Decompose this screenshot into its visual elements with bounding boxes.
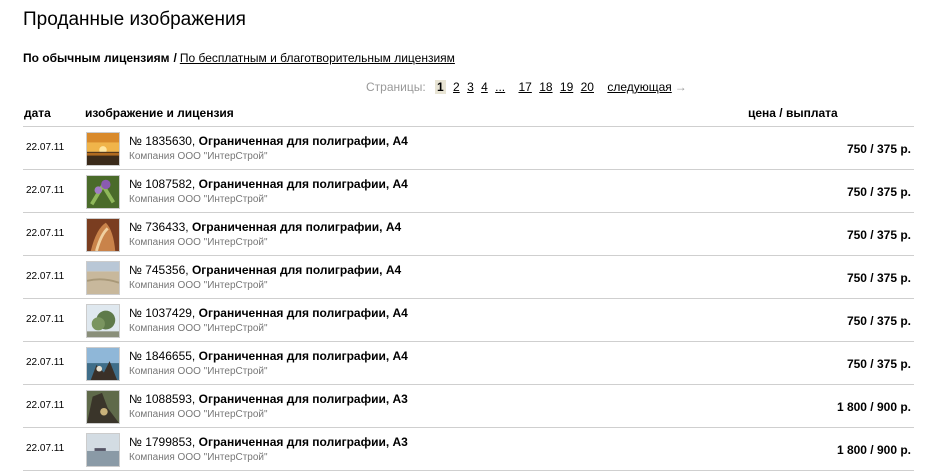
header-price-payout: цена / выплата [748,106,838,120]
license-name: Ограниченная для полиграфии, А3 [198,392,408,406]
image-number[interactable]: № 736433, [129,220,189,234]
image-thumbnail[interactable] [86,390,120,424]
page-link[interactable]: 19 [560,80,573,94]
buyer-company: Компания ООО "ИнтерСтрой" [129,452,268,463]
image-number[interactable]: № 1088593, [129,392,195,406]
sale-date: 22.07.11 [26,314,65,325]
header-date: дата [24,106,51,120]
page-current: 1 [435,80,446,94]
image-number[interactable]: № 1835630, [129,134,195,148]
table-row: 22.07.11 № 736433, Ограниченная для поли… [23,213,914,256]
image-thumbnail[interactable] [86,304,120,338]
page-ellipsis: ... [495,80,506,94]
image-title: № 1088593, Ограниченная для полиграфии, … [129,392,408,406]
license-name: Ограниченная для полиграфии, А4 [198,349,408,363]
license-name: Ограниченная для полиграфии, А4 [198,177,408,191]
sale-date: 22.07.11 [26,185,65,196]
page-link[interactable]: 20 [581,80,594,94]
sale-date: 22.07.11 [26,142,65,153]
table-row: 22.07.11 № 1835630, Ограниченная для пол… [23,127,914,170]
table-row: 22.07.11 № 1087582, Ограниченная для пол… [23,170,914,213]
price-payout: 750 / 375 р. [846,185,911,199]
page-link[interactable]: 18 [539,80,552,94]
image-thumbnail[interactable] [86,347,120,381]
pagination: Страницы: 1 2 3 4 ... 17 18 19 20 следую… [366,80,687,94]
image-title: № 1037429, Ограниченная для полиграфии, … [129,306,408,320]
price-payout: 750 / 375 р. [846,142,911,156]
tab-separator: / [173,51,177,65]
sale-date: 22.07.11 [26,443,65,454]
buyer-company: Компания ООО "ИнтерСтрой" [129,237,268,248]
table-row: 22.07.11 № 1846655, Ограниченная для пол… [23,342,914,385]
sales-table: дата изображение и лицензия цена / выпла… [23,104,914,471]
license-tabs: По обычным лицензиям / По бесплатным и бла… [23,51,455,65]
image-number[interactable]: № 1087582, [129,177,195,191]
image-title: № 736433, Ограниченная для полиграфии, А… [129,220,401,234]
buyer-company: Компания ООО "ИнтерСтрой" [129,280,268,291]
image-title: № 1846655, Ограниченная для полиграфии, … [129,349,408,363]
page-title: Проданные изображения [23,9,246,30]
sale-date: 22.07.11 [26,271,65,282]
page-link[interactable]: 3 [467,80,474,94]
sale-date: 22.07.11 [26,400,65,411]
license-name: Ограниченная для полиграфии, А4 [198,134,408,148]
sale-date: 22.07.11 [26,357,65,368]
image-thumbnail[interactable] [86,261,120,295]
image-title: № 1799853, Ограниченная для полиграфии, … [129,435,408,449]
image-thumbnail[interactable] [86,175,120,209]
table-row: 22.07.11 № 745356, Ограниченная для поли… [23,256,914,299]
pagination-label: Страницы: [366,80,426,94]
price-payout: 1 800 / 900 р. [836,443,911,457]
price-payout: 750 / 375 р. [846,228,911,242]
page-link[interactable]: 2 [453,80,460,94]
buyer-company: Компания ООО "ИнтерСтрой" [129,151,268,162]
buyer-company: Компания ООО "ИнтерСтрой" [129,409,268,420]
buyer-company: Компания ООО "ИнтерСтрой" [129,194,268,205]
image-number[interactable]: № 1037429, [129,306,195,320]
image-number[interactable]: № 1846655, [129,349,195,363]
price-payout: 1 800 / 900 р. [836,400,911,414]
arrow-right-icon: → [674,80,687,94]
next-page-link[interactable]: следующая [607,80,671,94]
page-link[interactable]: 17 [519,80,532,94]
image-thumbnail[interactable] [86,132,120,166]
table-body: 22.07.11 № 1835630, Ограниченная для пол… [23,127,914,471]
price-payout: 750 / 375 р. [846,314,911,328]
price-payout: 750 / 375 р. [846,357,911,371]
image-title: № 1835630, Ограниченная для полиграфии, … [129,134,408,148]
page-link[interactable]: 4 [481,80,488,94]
table-row: 22.07.11 № 1088593, Ограниченная для пол… [23,385,914,428]
header-image-license: изображение и лицензия [85,106,234,120]
image-number[interactable]: № 1799853, [129,435,195,449]
price-payout: 750 / 375 р. [846,271,911,285]
license-name: Ограниченная для полиграфии, А4 [198,306,408,320]
license-name: Ограниченная для полиграфии, А4 [191,220,402,234]
image-thumbnail[interactable] [86,433,120,467]
license-name: Ограниченная для полиграфии, А4 [191,263,402,277]
image-title: № 745356, Ограниченная для полиграфии, А… [129,263,401,277]
license-name: Ограниченная для полиграфии, А3 [198,435,408,449]
table-row: 22.07.11 № 1037429, Ограниченная для пол… [23,299,914,342]
image-number[interactable]: № 745356, [129,263,189,277]
table-header: дата изображение и лицензия цена / выпла… [23,104,914,127]
buyer-company: Компания ООО "ИнтерСтрой" [129,323,268,334]
tab-regular-licenses: По обычным лицензиям [23,51,170,65]
table-row: 22.07.11 № 1799853, Ограниченная для пол… [23,428,914,471]
image-thumbnail[interactable] [86,218,120,252]
tab-free-licenses[interactable]: По бесплатным и благотворительным лиценз… [180,51,455,65]
sale-date: 22.07.11 [26,228,65,239]
buyer-company: Компания ООО "ИнтерСтрой" [129,366,268,377]
image-title: № 1087582, Ограниченная для полиграфии, … [129,177,408,191]
